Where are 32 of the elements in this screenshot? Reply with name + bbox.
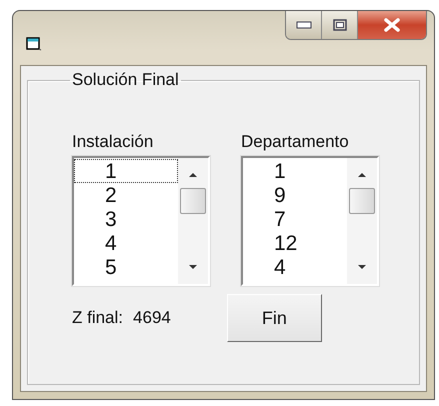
scroll-thumb[interactable] — [349, 188, 375, 214]
minimize-icon — [296, 21, 312, 29]
list-item[interactable]: 4 — [74, 231, 178, 255]
list-item[interactable]: 3 — [74, 207, 178, 231]
scroll-up-icon[interactable] — [357, 172, 367, 178]
list-item[interactable]: 4 — [243, 255, 347, 279]
list-label: Instalación — [72, 132, 154, 152]
list-label: Departamento — [241, 132, 350, 152]
scroll-up-icon[interactable] — [188, 172, 198, 178]
scroll-thumb[interactable] — [180, 188, 206, 214]
close-icon — [383, 18, 401, 32]
group-title: Solución Final — [71, 70, 180, 90]
list-item[interactable]: 9 — [243, 183, 347, 207]
result-value: 4694 — [133, 308, 171, 328]
list-item[interactable]: 7 — [243, 207, 347, 231]
scroll-down-icon[interactable] — [188, 264, 198, 270]
minimize-button[interactable] — [286, 11, 322, 39]
list-item[interactable]: 5 — [74, 255, 178, 279]
list-box[interactable]: 1 9 7 12 4 — [241, 156, 379, 286]
close-button[interactable] — [358, 11, 426, 39]
scroll-down-icon[interactable] — [357, 264, 367, 270]
list-item[interactable]: 12 — [243, 231, 347, 255]
list-item[interactable]: 2 — [74, 183, 178, 207]
list-box[interactable]: 1 2 3 4 5 — [72, 156, 210, 286]
maximize-icon — [332, 19, 346, 31]
maximize-button[interactable] — [322, 11, 358, 39]
scrollbar[interactable] — [347, 158, 377, 284]
list-item[interactable]: 1 — [243, 159, 347, 183]
fin-button[interactable]: Fin — [226, 294, 322, 342]
window-icon — [26, 37, 42, 51]
result-label: Z final: — [72, 308, 124, 328]
scrollbar[interactable] — [178, 158, 208, 284]
